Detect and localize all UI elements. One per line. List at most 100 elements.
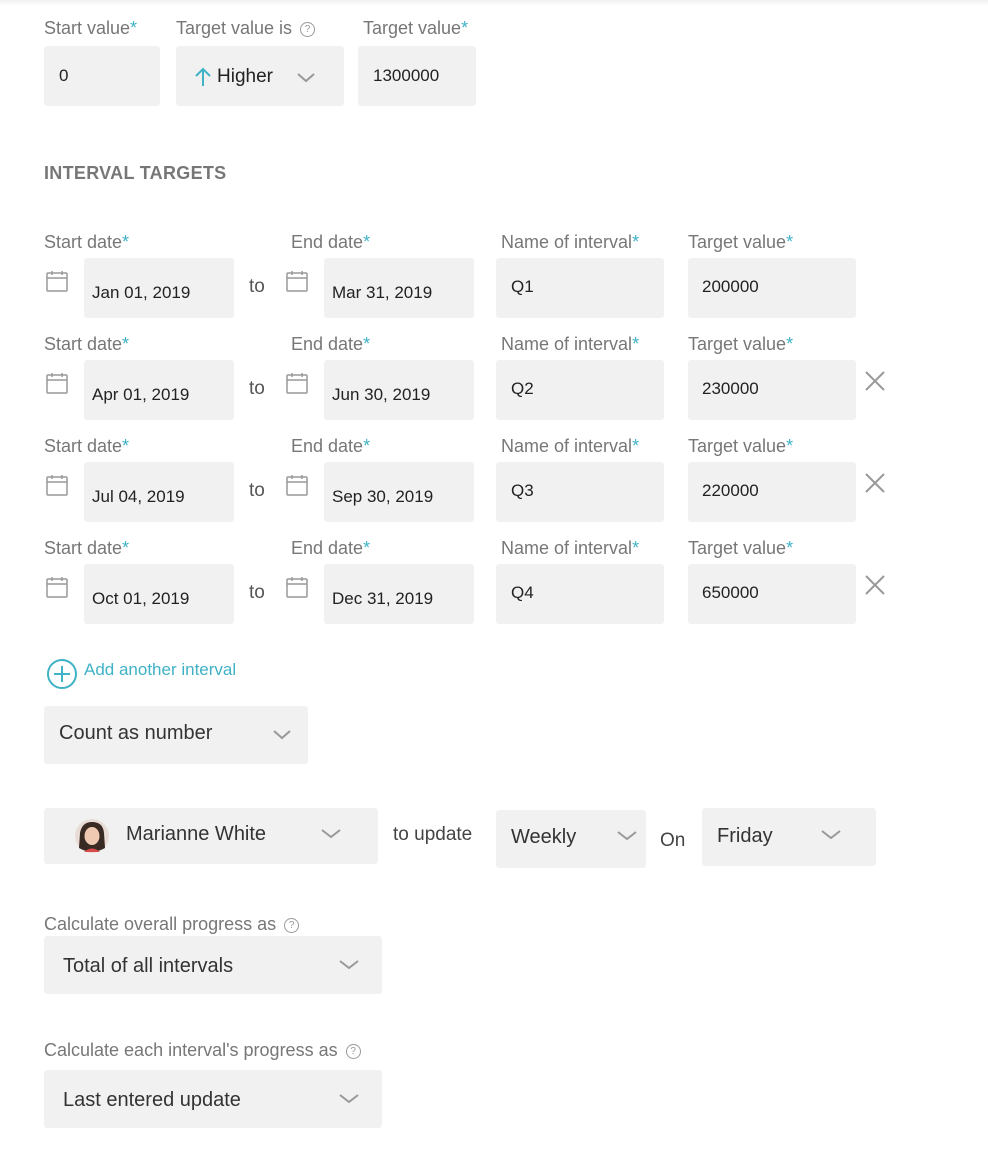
start-date-label: Start date* [44,232,130,252]
close-icon[interactable] [863,471,887,500]
direction-label: Target value is? [176,18,316,39]
help-icon[interactable]: ? [345,1044,361,1059]
overall-progress-value: Total of all intervals [63,955,234,977]
interval-target-value: 230000 [702,379,759,398]
interval-target-input[interactable]: 230000 [688,360,856,420]
interval-name-input[interactable]: Q4 [496,564,664,624]
start-date-label: Start date* [44,436,130,456]
interval-targets-heading: INTERVAL TARGETS [44,163,227,183]
owner-name: Marianne White [126,823,267,845]
start-value-input[interactable]: 0 [44,46,160,106]
to-label: to [249,378,265,399]
target-value-input[interactable]: 1300000 [358,46,476,106]
interval-name-input[interactable]: Q2 [496,360,664,420]
calendar-icon[interactable] [45,575,69,604]
arrow-up-icon [195,67,211,86]
help-icon[interactable]: ? [300,22,316,37]
end-date-label: End date* [291,232,371,252]
end-date-label: End date* [291,334,371,354]
top-shadow [0,0,988,6]
to-update-label: to update [393,824,473,845]
start-date-input[interactable]: Oct 01, 2019 [84,564,234,624]
to-label: to [249,582,265,603]
interval-target-input[interactable]: 200000 [688,258,856,318]
start-value-label: Start value* [44,18,138,38]
interval-name-value: Q1 [511,277,534,296]
chevron-down-icon [821,830,841,840]
start-date-label: Start date* [44,538,130,558]
overall-progress-select[interactable]: Total of all intervals [44,936,382,994]
owner-select[interactable]: Marianne White [44,808,378,864]
interval-name-label: Name of interval* [501,232,640,252]
direction-value: Higher [217,66,273,87]
interval-target-label: Target value* [688,436,794,456]
interval-name-input[interactable]: Q1 [496,258,664,318]
direction-select[interactable]: Higher [176,46,344,106]
start-date-value: Oct 01, 2019 [92,589,190,608]
end-date-label: End date* [291,538,371,558]
start-date-input[interactable]: Jul 04, 2019 [84,462,234,522]
end-date-value: Sep 30, 2019 [332,487,434,506]
end-date-value: Jun 30, 2019 [332,385,431,404]
close-icon[interactable] [863,573,887,602]
start-date-value: Apr 01, 2019 [92,385,190,404]
calendar-icon[interactable] [285,473,309,502]
calendar-icon[interactable] [285,575,309,604]
chevron-down-icon [339,960,359,970]
start-date-value: Jan 01, 2019 [92,283,191,302]
interval-name-value: Q3 [511,481,534,500]
add-interval-label: Add another interval [84,660,237,679]
day-select[interactable]: Friday [702,808,876,866]
chevron-down-icon [273,730,291,740]
target-value-text: 1300000 [373,66,440,85]
calendar-icon[interactable] [285,269,309,298]
interval-target-value: 200000 [702,277,759,296]
start-value-text: 0 [59,66,69,85]
interval-target-label: Target value* [688,538,794,558]
interval-target-value: 650000 [702,583,759,602]
end-date-value: Mar 31, 2019 [332,283,433,302]
target-value-label: Target value* [363,18,469,38]
to-label: to [249,480,265,501]
interval-name-label: Name of interval* [501,334,640,354]
frequency-value: Weekly [511,826,577,848]
calendar-icon[interactable] [45,371,69,400]
calendar-icon[interactable] [45,269,69,298]
interval-name-value: Q4 [511,583,534,602]
interval-progress-select[interactable]: Last entered update [44,1070,382,1128]
interval-name-value: Q2 [511,379,534,398]
interval-progress-value: Last entered update [63,1089,241,1111]
help-icon[interactable]: ? [284,918,300,933]
chevron-down-icon [617,831,637,841]
end-date-input[interactable]: Jun 30, 2019 [324,360,474,420]
end-date-value: Dec 31, 2019 [332,589,434,608]
start-date-input[interactable]: Apr 01, 2019 [84,360,234,420]
interval-target-input[interactable]: 650000 [688,564,856,624]
end-date-input[interactable]: Sep 30, 2019 [324,462,474,522]
interval-target-value: 220000 [702,481,759,500]
to-label: to [249,276,265,297]
count-as-value: Count as number [59,722,213,744]
start-date-input[interactable]: Jan 01, 2019 [84,258,234,318]
count-as-select[interactable]: Count as number [44,706,308,764]
interval-name-input[interactable]: Q3 [496,462,664,522]
avatar [75,819,109,853]
end-date-input[interactable]: Dec 31, 2019 [324,564,474,624]
plus-circle-icon [47,659,77,689]
calendar-icon[interactable] [45,473,69,502]
chevron-down-icon [339,1094,359,1104]
start-date-label: Start date* [44,334,130,354]
interval-name-label: Name of interval* [501,538,640,558]
frequency-select[interactable]: Weekly [496,810,646,868]
interval-target-label: Target value* [688,334,794,354]
interval-target-label: Target value* [688,232,794,252]
end-date-input[interactable]: Mar 31, 2019 [324,258,474,318]
close-icon[interactable] [863,369,887,398]
start-date-value: Jul 04, 2019 [92,487,185,506]
interval-name-label: Name of interval* [501,436,640,456]
calendar-icon[interactable] [285,371,309,400]
interval-target-input[interactable]: 220000 [688,462,856,522]
chevron-down-icon [321,829,341,839]
chevron-down-icon [297,73,315,83]
interval-progress-label: Calculate each interval's progress as? [44,1040,361,1061]
